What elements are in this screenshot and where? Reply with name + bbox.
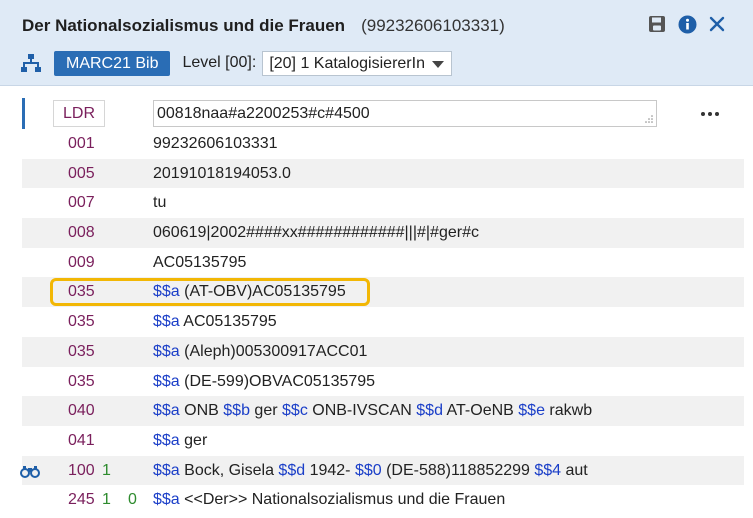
indicator-2[interactable]: 0 — [128, 485, 137, 515]
field-value[interactable]: $$a (AT-OBV)AC05135795 — [153, 277, 346, 307]
subfield-text: <<Der>> Nationalsozialismus und die Frau… — [179, 491, 506, 509]
field-tag[interactable]: 035 — [68, 307, 95, 337]
subfield-text: (DE-588)118852299 — [381, 461, 530, 479]
field-tag[interactable]: 100 — [68, 456, 95, 486]
resize-handle-icon[interactable] — [645, 115, 653, 123]
subfield-text: (Aleph)005300917ACC01 — [179, 342, 368, 360]
field-value[interactable]: $$a ger — [153, 426, 207, 456]
subfield-code: $$a — [153, 313, 180, 331]
marc-field-row-245[interactable]: 245 1 0 $$a <<Der>> Nationalsozialismus und… — [22, 485, 744, 515]
record-title: Der Nationalsozialismus und die Frauen — [22, 16, 346, 35]
field-tag[interactable]: 035 — [68, 367, 95, 397]
field-value[interactable]: $$a (Aleph)005300917ACC01 — [153, 337, 367, 367]
toolbar: MARC21 Bib Level [00]: [20] 1 Katalogisi… — [20, 50, 452, 76]
subfield-code: $$e — [518, 402, 545, 420]
marc-field-row-035[interactable]: 035 $$a AC05135795 — [22, 307, 744, 337]
hierarchy-tree-icon[interactable] — [20, 52, 42, 74]
ldr-value: 00818naa#a2200253#c#4500 — [157, 105, 370, 122]
subfield-text: ger — [179, 431, 208, 449]
subfield-text: Bock, Gisela — [179, 461, 274, 479]
field-tag[interactable]: 041 — [68, 426, 95, 456]
field-value[interactable]: 060619|2002####xx############|||#|#ger#c — [153, 218, 479, 248]
level-select-value: [20] 1 KatalogisiererIn — [269, 54, 425, 72]
level-select[interactable]: [20] 1 KatalogisiererIn — [262, 50, 452, 76]
marc-field-row-007[interactable]: 007 tu — [22, 188, 744, 219]
field-value[interactable]: $$a <<Der>> Nationalsozialismus und die … — [153, 485, 505, 515]
subfield-code: $$a — [153, 491, 180, 509]
binoculars-icon[interactable] — [20, 463, 40, 479]
subfield-code: $$a — [153, 372, 180, 390]
subfield-text: ONB-IVSCAN — [307, 402, 412, 420]
subfield-text: AC05135795 — [179, 313, 277, 331]
field-value[interactable]: $$a Bock, Gisela $$d 1942- $$0 (DE-588)1… — [153, 456, 588, 486]
subfield-text: ger — [249, 402, 278, 420]
title-row: Der Nationalsozialismus und die Frauen (… — [22, 14, 505, 38]
ldr-tag[interactable]: LDR — [53, 100, 105, 127]
subfield-code: $$a — [153, 342, 180, 360]
chevron-down-icon — [431, 60, 444, 68]
marc-field-row-001[interactable]: 001 99232606103331 — [22, 129, 744, 159]
subfield-code: $$0 — [354, 461, 382, 479]
field-tag[interactable]: 001 — [68, 129, 95, 159]
field-value[interactable]: tu — [153, 188, 166, 218]
subfield-code: $$c — [282, 402, 308, 420]
subfield-text: (DE-599)OBVAC05135795 — [179, 372, 376, 390]
field-value[interactable]: AC05135795 — [153, 248, 246, 278]
level-label: Level [00]: — [182, 54, 257, 71]
field-tag[interactable]: 040 — [68, 396, 95, 426]
subfield-text: (AT-OBV)AC05135795 — [179, 283, 346, 301]
record-id: (99232606103331) — [361, 16, 505, 35]
field-value[interactable]: $$a ONB $$b ger $$c ONB-IVSCAN $$d AT-Oe… — [153, 396, 592, 426]
field-tag[interactable]: 035 — [68, 277, 95, 307]
ldr-row: LDR 00818naa#a2200253#c#4500 — [22, 98, 744, 129]
field-tag[interactable]: 009 — [68, 248, 95, 278]
subfield-text: rakwb — [544, 402, 593, 420]
marc21-bib-button[interactable]: MARC21 Bib — [54, 50, 171, 76]
subfield-code: $$4 — [534, 461, 562, 479]
marc-field-row-041[interactable]: 041 $$a ger — [22, 425, 744, 456]
subfield-text: aut — [561, 461, 588, 479]
subfield-code: $$a — [153, 431, 180, 449]
subfield-code: $$a — [153, 283, 180, 301]
header-actions — [647, 14, 727, 34]
field-value[interactable]: $$a (DE-599)OBVAC05135795 — [153, 367, 375, 397]
ldr-value-field[interactable]: 00818naa#a2200253#c#4500 — [153, 100, 657, 127]
subfield-text: ONB — [179, 402, 219, 420]
field-tag[interactable]: 005 — [68, 159, 95, 189]
marc-field-row-009[interactable]: 009 AC05135795 — [22, 247, 744, 278]
field-tag[interactable]: 008 — [68, 218, 95, 248]
indicator-1[interactable]: 1 — [102, 485, 111, 515]
subfield-code: $$a — [153, 402, 180, 420]
subfield-code: $$b — [223, 402, 250, 420]
marc-field-row-005[interactable]: 005 20191018194053.0 — [22, 158, 744, 189]
field-tag[interactable]: 007 — [68, 188, 95, 218]
marc-field-row-008[interactable]: 008 060619|2002####xx############|||#|#ge… — [22, 218, 744, 248]
field-value[interactable]: $$a AC05135795 — [153, 307, 277, 337]
close-icon[interactable] — [707, 14, 727, 34]
field-tag[interactable]: 035 — [68, 337, 95, 367]
marc-field-row-035[interactable]: 035 $$a (Aleph)005300917ACC01 — [22, 336, 744, 367]
subfield-text: AT-OeNB — [442, 402, 514, 420]
more-options-icon[interactable] — [699, 98, 721, 129]
field-tag[interactable]: 245 — [68, 485, 95, 515]
field-value[interactable]: 99232606103331 — [153, 129, 278, 159]
marc-field-row-035[interactable]: 035 $$a (AT-OBV)AC05135795 — [22, 277, 744, 308]
marc-field-row-100[interactable]: 100 1 $$a Bock, Gisela $$d 1942- $$0 (DE-5… — [20, 455, 744, 486]
field-value[interactable]: 20191018194053.0 — [153, 159, 291, 189]
info-icon[interactable] — [677, 14, 697, 34]
marc-editor: LDR 00818naa#a2200253#c#4500 001 99232606… — [20, 98, 744, 515]
subfield-code: $$a — [153, 461, 180, 479]
subfield-code: $$d — [278, 461, 306, 479]
indicator-1[interactable]: 1 — [102, 456, 111, 486]
record-header: Der Nationalsozialismus und die Frauen (… — [0, 0, 753, 86]
marc-field-row-040[interactable]: 040 $$a ONB $$b ger $$c ONB-IVSCAN $$d AT… — [22, 396, 744, 426]
subfield-text: 1942- — [305, 461, 351, 479]
subfield-code: $$d — [416, 402, 443, 420]
save-icon[interactable] — [647, 14, 667, 34]
marc-field-row-035[interactable]: 035 $$a (DE-599)OBVAC05135795 — [22, 366, 744, 397]
